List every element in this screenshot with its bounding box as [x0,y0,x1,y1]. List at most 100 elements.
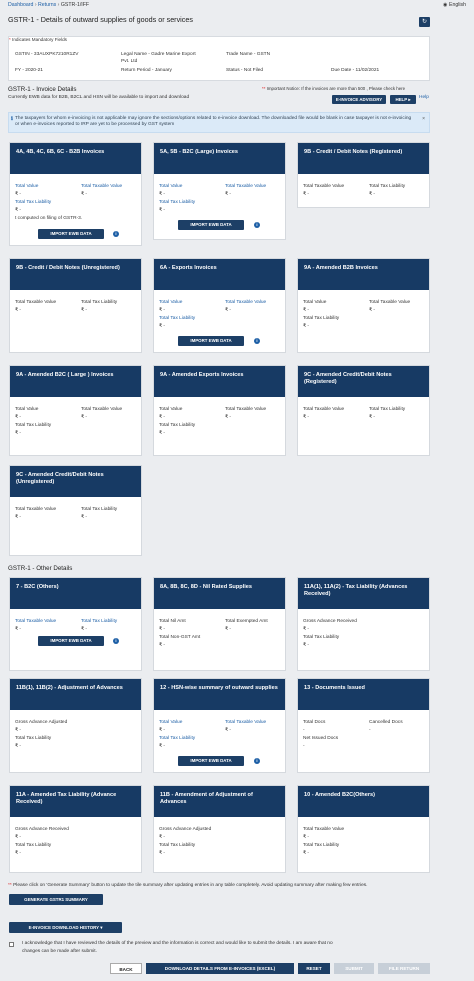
total-tax-label: Total Tax Liability [159,423,196,428]
tile-title: 9A - Amended Exports Invoices [154,366,285,397]
total-non-gst-label: Total Non-GST Amt [159,635,201,640]
submit-button[interactable]: SUBMIT [334,963,374,974]
total-exempted-value: ₹ - [225,627,231,632]
tile-amended-cdn-registered[interactable]: 9C - Amended Credit/Debit Notes (Registe… [297,365,430,456]
language-selector[interactable]: ◉ English [443,2,466,8]
download-einvoice-excel-button[interactable]: DOWNLOAD DETAILS FROM E-INVOICES (EXCEL) [146,963,294,974]
tile-title: 9A - Amended B2B Invoices [298,259,429,290]
back-button[interactable]: BACK [110,963,142,974]
tile-adjustment-advances[interactable]: 11B(1), 11B(2) - Adjustment of Advances … [9,678,142,773]
generate-summary-button[interactable]: GENERATE GSTR1 SUMMARY [9,894,103,905]
legal-name: Legal Name - Gadre Marine Export [121,52,196,57]
breadcrumb-current: GSTR-1/IFF [60,2,90,8]
taxpayer-info-box: * Indicates Mandatory Fields GSTIN - 33A… [8,36,430,81]
total-value: ₹ - [159,308,165,313]
total-tax-value: ₹ - [81,627,87,632]
page-title: GSTR-1 - Details of outward supplies of … [8,15,193,24]
net-issued-docs-label: Net Issued Docs [303,736,339,741]
import-ewb-button[interactable]: IMPORT EWB DATA [38,229,104,239]
breadcrumb: Dashboard › Returns › GSTR-1/IFF [8,2,89,8]
tile-cdn-registered[interactable]: 9B - Credit / Debit Notes (Registered) T… [297,142,430,208]
tile-amended-b2c-others[interactable]: 10 - Amended B2C(Others) Total Taxable V… [297,785,430,873]
acknowledge-checkbox[interactable] [9,942,14,947]
total-taxable-label: Total Taxable Value [15,300,57,305]
file-return-button[interactable]: FILE RETURN [378,963,430,974]
tile-amended-cdn-unregistered[interactable]: 9C - Amended Credit/Debit Notes (Unregis… [9,465,142,556]
financial-year: FY - 2020-21 [15,68,43,73]
net-issued-docs-value: - [303,744,305,749]
total-value: ₹ - [15,415,21,420]
info-icon[interactable]: i [113,231,119,237]
close-icon[interactable]: × [422,116,425,122]
tile-title: 12 - HSN-wise summary of outward supplie… [154,679,285,710]
gross-advance-adjusted-label: Gross Advance Adjusted [15,720,68,725]
breadcrumb-dashboard[interactable]: Dashboard [8,2,33,8]
tile-b2c-others[interactable]: 7 - B2C (Others) Total Taxable Value Tot… [9,577,142,671]
total-taxable-value: ₹ - [15,515,21,520]
tile-advances-received[interactable]: 11A(1), 11A(2) - Tax Liability (Advances… [297,577,430,671]
tile-b2b-invoices[interactable]: 4A, 4B, 4C, 6B, 6C - B2B Invoices Total … [9,142,142,246]
trade-name: Trade Name - GSTN [226,52,271,57]
total-taxable-label: Total Taxable Value [15,619,57,624]
tile-documents-issued[interactable]: 13 - Documents Issued Total Docs Cancell… [297,678,430,773]
total-value-label: Total Value [15,407,39,412]
return-period: Return Period - January [121,68,172,73]
total-tax-value: ₹ - [159,851,165,856]
tile-hsn-summary[interactable]: 12 - HSN-wise summary of outward supplie… [153,678,286,773]
einvoice-advisory-button[interactable]: E-INVOICE ADVISORY [332,95,386,104]
total-value-label: Total Value [303,300,327,305]
tile-title: 13 - Documents Issued [298,679,429,710]
tile-title: 11A(1), 11A(2) - Tax Liability (Advances… [298,578,429,609]
total-tax-value: ₹ - [303,324,309,329]
tile-amended-exports[interactable]: 9A - Amended Exports Invoices Total Valu… [153,365,286,456]
total-tax-label: Total Tax Liability [303,843,340,848]
info-icon[interactable]: i [254,758,260,764]
info-icon[interactable]: i [254,222,260,228]
tile-title: 6A - Exports Invoices [154,259,285,290]
total-value-label: Total Value [159,184,183,189]
einvoice-history-button[interactable]: E-INVOICE DOWNLOAD HISTORY ▾ [9,922,122,933]
info-icon[interactable]: i [113,638,119,644]
total-taxable-label: Total Taxable Value [369,300,411,305]
gross-advance-value: ₹ - [15,835,21,840]
help-link[interactable]: Help [419,95,429,100]
total-tax-value: ₹ - [159,208,165,213]
tile-title: 4A, 4B, 4C, 6B, 6C - B2B Invoices [10,143,141,174]
import-ewb-button[interactable]: IMPORT EWB DATA [178,336,244,346]
gross-advance-label: Gross Advance Received [303,619,357,624]
due-date: Due Date - 11/02/2021 [331,68,380,73]
help-button[interactable]: HELP ▸ [390,95,416,104]
important-notice: ** Important Notice: If the invoices are… [262,86,406,91]
total-taxable-value: ₹ - [225,415,231,420]
tile-amended-b2c-large[interactable]: 9A - Amended B2C ( Large ) Invoices Tota… [9,365,142,456]
tile-amendment-adjustment[interactable]: 11B - Amendment of Adjustment of Advance… [153,785,286,873]
tile-nil-rated[interactable]: 8A, 8B, 8C, 8D - Nil Rated Supplies Tota… [153,577,286,671]
total-tax-label: Total Tax Liability [81,507,118,512]
breadcrumb-returns[interactable]: Returns [38,2,56,8]
import-ewb-button[interactable]: IMPORT EWB DATA [178,756,244,766]
total-tax-value: ₹ - [15,744,21,749]
mandatory-note: * Indicates Mandatory Fields [9,37,67,42]
import-ewb-button[interactable]: IMPORT EWB DATA [38,636,104,646]
tile-amended-tax-liability[interactable]: 11A - Amended Tax Liability (Advance Rec… [9,785,142,873]
total-value-label: Total Value [159,300,183,305]
info-icon[interactable]: i [254,338,260,344]
total-taxable-label: Total Taxable Value [303,184,345,189]
tile-b2c-large[interactable]: 5A, 5B - B2C (Large) Invoices Total Valu… [153,142,286,240]
tile-amended-b2b[interactable]: 9A - Amended B2B Invoices Total Value To… [297,258,430,353]
total-taxable-value: ₹ - [81,415,87,420]
invoice-section-title: GSTR-1 - Invoice Details [8,86,77,93]
acknowledge-text-cont: changes can be made after submit. [22,949,97,954]
gross-advance-adjusted-label: Gross Advance Adjusted [159,827,212,832]
refresh-button[interactable]: ↻ [419,17,430,27]
reset-button[interactable]: RESET [298,963,330,974]
total-tax-value: ₹ - [15,431,21,436]
tile-exports[interactable]: 6A - Exports Invoices Total Value Total … [153,258,286,353]
total-tax-label: Total Tax Liability [159,736,196,741]
breadcrumb-separator: › [34,2,37,8]
total-tax-label: Total Tax Liability [81,619,118,624]
total-tax-value: ₹ - [369,192,375,197]
import-ewb-button[interactable]: IMPORT EWB DATA [178,220,244,230]
total-value: ₹ - [303,308,309,313]
tile-cdn-unregistered[interactable]: 9B - Credit / Debit Notes (Unregistered)… [9,258,142,353]
